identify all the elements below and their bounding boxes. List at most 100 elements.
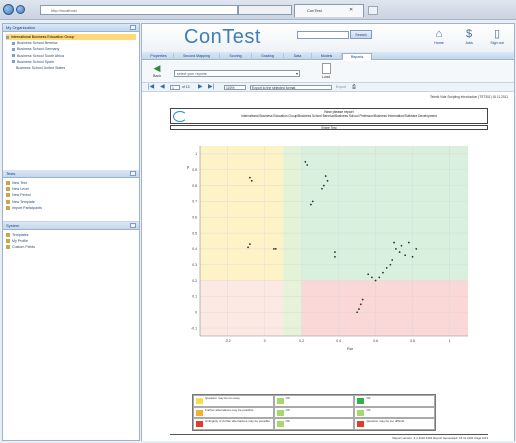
data-point	[250, 179, 253, 182]
zoom-select[interactable]: 100%	[224, 85, 246, 90]
fields-icon	[6, 245, 10, 250]
custom-fields-link[interactable]: Custom Fields	[6, 244, 136, 250]
data-point	[400, 244, 403, 247]
back-label: Back	[153, 74, 161, 78]
back-nav-button[interactable]	[3, 4, 14, 15]
new-tab-button[interactable]	[368, 6, 378, 15]
legend-swatch	[196, 421, 203, 428]
data-point	[356, 311, 359, 314]
collapse-icon[interactable]	[130, 223, 136, 228]
tests-panel-header: Tests	[3, 170, 139, 178]
tab-title: ConTest	[307, 8, 322, 13]
legend-swatch	[196, 409, 203, 416]
address-tools[interactable]	[238, 5, 292, 15]
data-point	[391, 259, 394, 261]
legend-label: Question may be too difficult	[366, 419, 405, 424]
close-icon[interactable]: ✕	[349, 7, 353, 13]
tool-label: Templates	[12, 233, 29, 237]
document-icon	[6, 187, 10, 192]
legend-entry: OK	[273, 395, 355, 407]
tab-models[interactable]: Models	[312, 53, 342, 60]
legend-label: OK	[366, 396, 371, 400]
template-icon	[6, 233, 10, 238]
main-tabs: Properties Second Mapping Scoring Gradin…	[142, 52, 514, 60]
legend-entry: OK	[273, 406, 355, 419]
tool-label: My Profile	[12, 239, 28, 244]
prev-page-icon[interactable]: ◀	[160, 84, 165, 91]
door-icon: ▯	[493, 28, 501, 40]
data-point	[361, 298, 364, 301]
tab-reports[interactable]: Reports	[342, 53, 372, 60]
export-link[interactable]: Export	[336, 85, 346, 90]
first-page-icon[interactable]: |◀	[148, 84, 154, 91]
tab-properties[interactable]: Properties	[144, 53, 174, 60]
legend-entry: Question may be too easy	[193, 395, 274, 407]
tab-data[interactable]: Data	[284, 53, 312, 60]
x-tick-label: 0	[264, 339, 266, 343]
collapse-icon[interactable]	[130, 171, 136, 176]
document-icon	[321, 63, 331, 74]
y-tick-label: 0.6	[192, 215, 197, 219]
data-point	[367, 273, 370, 276]
legend-swatch	[357, 409, 365, 416]
data-point	[326, 179, 329, 182]
jobs-button[interactable]: $ Jobs	[454, 28, 484, 50]
data-point	[411, 255, 414, 258]
browser-toolbar: http://localhost ConTest ✕	[0, 0, 516, 20]
legend-entry: Question may be too difficult	[354, 418, 435, 430]
chart-zone-5	[301, 280, 468, 336]
tool-label: Custom Fields	[12, 245, 35, 250]
collapse-icon[interactable]	[130, 25, 136, 30]
y-axis-label: p	[187, 164, 190, 169]
report-subtitle: International Business Education Group/B…	[241, 114, 437, 118]
tab-scoring[interactable]: Scoring	[220, 53, 252, 60]
folder-icon	[12, 54, 15, 58]
search-input[interactable]	[297, 31, 349, 39]
chart-zone-4	[283, 280, 302, 336]
sign-out-button[interactable]: ▯ Sign out	[482, 28, 512, 50]
print-icon[interactable]: ⎙	[352, 85, 356, 90]
export-format-select[interactable]: Export to the selected format	[250, 85, 332, 90]
address-bar[interactable]: http://localhost	[40, 5, 238, 15]
load-label: Load	[322, 75, 330, 79]
last-page-icon[interactable]: ▶|	[208, 84, 214, 91]
tool-label: New Template	[12, 199, 35, 204]
search-button[interactable]: Search	[350, 30, 372, 39]
tab-second-mapping[interactable]: Second Mapping	[174, 53, 220, 60]
tree-item-label: Business School Benelux	[17, 41, 58, 46]
next-page-icon[interactable]: ▶	[198, 84, 203, 91]
forward-nav-button[interactable]	[16, 5, 25, 14]
org-panel-header: My Organization	[3, 24, 139, 32]
chart-zone-1	[283, 146, 302, 281]
user-icon	[6, 239, 10, 244]
folder-icon	[12, 41, 15, 45]
data-point	[415, 248, 418, 250]
folder-icon	[6, 35, 9, 39]
import-participants-link[interactable]: Import Participants	[6, 205, 136, 211]
legend-label: OK	[366, 407, 371, 412]
dollar-icon: $	[465, 28, 473, 40]
tree-item[interactable]: Business School United States	[6, 65, 136, 71]
data-point	[398, 251, 401, 253]
chart-zone-2	[301, 146, 468, 281]
x-tick-label: 0.6	[373, 339, 378, 343]
tab-grading[interactable]: Grading	[252, 53, 284, 60]
browser-tab[interactable]: ConTest	[294, 4, 364, 17]
y-tick-label: 0.4	[192, 247, 197, 251]
system-panel-header: System	[3, 222, 139, 230]
report-footer: Report version: 2.1.1116.1461 Report Gen…	[170, 434, 488, 440]
x-tick-label: 0.4	[336, 339, 341, 343]
chart-zone-0	[200, 146, 284, 281]
data-point	[334, 255, 336, 258]
tree-item-label: Business School United States	[16, 65, 66, 70]
back-button[interactable]: ◀ Back	[148, 63, 166, 81]
data-point	[324, 175, 327, 177]
main-panel: ConTest Search ⌂ Home $ Jobs ▯ Sign out Pro…	[141, 23, 515, 441]
legend-label: Ambiguity or further alternatives may be…	[205, 419, 270, 424]
report-select[interactable]: select your reports ▾	[174, 70, 300, 77]
load-button[interactable]: Load	[316, 63, 336, 81]
home-button[interactable]: ⌂ Home	[424, 28, 454, 50]
org-panel-title: My Organization	[6, 25, 36, 30]
calendar-icon	[6, 193, 10, 198]
page-number-input[interactable]: 1	[170, 85, 180, 90]
